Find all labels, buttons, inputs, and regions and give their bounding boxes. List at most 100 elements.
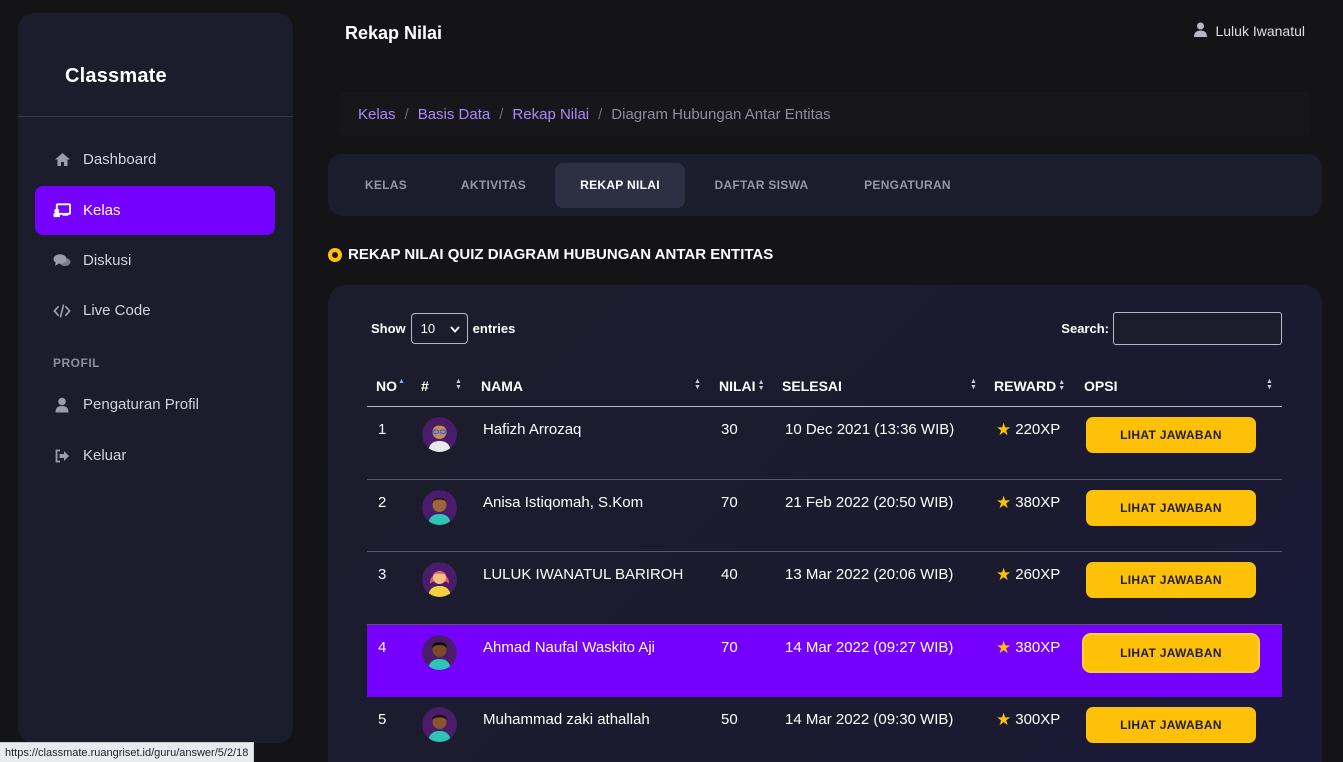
rekap-card: Show 10 entries Search: NO ▲ # ▲▼ NAMA xyxy=(328,285,1322,762)
column-label: SELESAI xyxy=(782,377,842,394)
sort-icon[interactable]: ▲ ▼ xyxy=(970,378,977,391)
column-header-no[interactable]: NO ▲ xyxy=(376,378,405,394)
sidebar-item-label: Live Code xyxy=(83,302,151,319)
entries-control: Show 10 entries xyxy=(371,313,515,344)
column-header-reward[interactable]: REWARD ▲ ▼ xyxy=(994,378,1065,394)
sort-icon[interactable]: ▲ ▼ xyxy=(694,378,701,391)
column-label: REWARD xyxy=(994,377,1057,394)
tab-daftar-siswa[interactable]: DAFTAR SISWA xyxy=(685,163,838,208)
star-icon: ★ xyxy=(996,637,1012,657)
sidebar-item-keluar[interactable]: Keluar xyxy=(35,431,275,480)
breadcrumb-current: Diagram Hubungan Antar Entitas xyxy=(611,105,831,123)
sidebar-item-label: Diskusi xyxy=(83,252,132,269)
table-row-selected: 4 Ahmad Naufal Waskito Aji 70 14 Mar 202… xyxy=(367,624,1282,697)
star-icon: ★ xyxy=(996,710,1012,729)
section-heading: REKAP NILAI QUIZ DIAGRAM HUBUNGAN ANTAR … xyxy=(328,246,773,263)
sort-icon: ▲ ▼ xyxy=(757,378,765,392)
sort-icon[interactable]: ▲ ▼ xyxy=(455,378,462,391)
breadcrumb-link-basis-data[interactable]: Basis Data xyxy=(418,106,491,123)
column-header-nilai[interactable]: NILAI ▲ ▼ xyxy=(719,378,765,394)
breadcrumb-separator: / xyxy=(499,105,504,123)
section-heading-text: REKAP NILAI QUIZ DIAGRAM HUBUNGAN ANTAR … xyxy=(348,246,774,263)
table-row: 1 Hafizh Arrozaq 30 10 Dec 2021 (13:36 W… xyxy=(367,407,1282,480)
bullet-icon xyxy=(328,247,342,262)
sidebar-item-pengaturan-profil[interactable]: Pengaturan Profil xyxy=(35,380,275,429)
reward-value: 380XP xyxy=(1015,638,1061,656)
row-selesai: 14 Mar 2022 (09:30 WIB) xyxy=(785,711,954,728)
app-logo[interactable]: Classmate xyxy=(65,65,167,88)
column-label: # xyxy=(421,377,429,394)
row-nilai: 70 xyxy=(721,638,738,656)
column-header-nama[interactable]: NAMA xyxy=(481,378,523,394)
row-reward: ★ 380XP xyxy=(996,639,1060,656)
status-bar-url: https://classmate.ruangriset.id/guru/ans… xyxy=(0,742,255,762)
page-title: Rekap Nilai xyxy=(345,23,443,43)
row-reward: ★ 380XP xyxy=(996,494,1060,511)
column-header-hash[interactable]: # xyxy=(421,378,429,394)
student-avatar xyxy=(422,417,457,452)
lihat-jawaban-button[interactable]: LIHAT JAWABAN xyxy=(1086,707,1256,743)
sidebar-item-label: Kelas xyxy=(83,202,121,219)
show-label: Show xyxy=(371,321,406,336)
row-no: 2 xyxy=(378,493,387,511)
sidebar-item-dashboard[interactable]: Dashboard xyxy=(35,135,275,184)
reward-value: 260XP xyxy=(1015,566,1061,583)
column-header-opsi[interactable]: OPSI xyxy=(1084,378,1117,394)
sort-icon: ▲ ▼ xyxy=(1058,378,1066,392)
lihat-jawaban-button[interactable]: LIHAT JAWABAN xyxy=(1086,417,1256,453)
lihat-jawaban-button[interactable]: LIHAT JAWABAN xyxy=(1086,489,1256,526)
row-no: 5 xyxy=(378,711,387,728)
lihat-jawaban-button[interactable]: LIHAT JAWABAN xyxy=(1084,634,1258,671)
breadcrumb-separator: / xyxy=(404,105,409,123)
star-icon: ★ xyxy=(996,420,1012,439)
entries-select[interactable]: 10 xyxy=(410,313,468,344)
tab-kelas[interactable]: KELAS xyxy=(340,163,432,208)
table-row: 2 Anisa Istiqomah, S.Kom 70 21 Feb 2022 … xyxy=(367,480,1282,552)
student-avatar xyxy=(422,489,457,525)
comments-icon xyxy=(53,252,71,270)
row-nilai: 70 xyxy=(721,493,738,511)
sidebar: Classmate Dashboard Kelas Diskusi Live C… xyxy=(18,13,293,743)
sidebar-item-live-code[interactable]: Live Code xyxy=(35,286,275,335)
student-avatar xyxy=(422,634,457,670)
breadcrumb: Kelas / Basis Data / Rekap Nilai / Diagr… xyxy=(340,92,1310,136)
search-label: Search: xyxy=(1061,321,1109,336)
row-nama: Hafizh Arrozaq xyxy=(483,421,582,438)
chalkboard-icon xyxy=(53,202,71,220)
tab-rekap-nilai[interactable]: REKAP NILAI xyxy=(555,162,685,208)
star-icon: ★ xyxy=(996,492,1012,512)
column-header-selesai[interactable]: SELESAI xyxy=(782,378,842,394)
table-header: NO ▲ # ▲ ▼ NAMA ▲ ▼ NILAI ▲ ▼ SELESAI ▲ … xyxy=(367,365,1282,407)
tab-bar: KELAS AKTIVITAS REKAP NILAI DAFTAR SISWA… xyxy=(328,154,1322,216)
row-selesai: 10 Dec 2021 (13:36 WIB) xyxy=(785,421,955,438)
row-nama: Muhammad zaki athallah xyxy=(483,711,650,728)
sort-asc-icon: ▲ xyxy=(398,378,405,385)
breadcrumb-link-rekap-nilai[interactable]: Rekap Nilai xyxy=(512,106,589,123)
search-input[interactable] xyxy=(1113,312,1282,345)
home-icon xyxy=(53,151,71,169)
user-menu[interactable]: Luluk Iwanatul xyxy=(1194,22,1305,40)
row-selesai: 14 Mar 2022 (09:27 WIB) xyxy=(785,638,954,656)
search-control: Search: xyxy=(1061,312,1282,345)
entries-value: 10 xyxy=(420,321,436,336)
reward-value: 220XP xyxy=(1015,421,1061,438)
rekap-table: NO ▲ # ▲ ▼ NAMA ▲ ▼ NILAI ▲ ▼ SELESAI ▲ … xyxy=(367,365,1282,762)
code-icon xyxy=(53,302,71,320)
column-label: OPSI xyxy=(1084,377,1118,394)
row-nilai: 50 xyxy=(721,711,738,728)
column-label: NO xyxy=(376,377,397,394)
tab-aktivitas[interactable]: AKTIVITAS xyxy=(432,163,555,208)
user-icon xyxy=(1194,22,1208,40)
sidebar-item-kelas[interactable]: Kelas xyxy=(35,186,275,235)
sort-icon[interactable]: ▲ ▼ xyxy=(1266,378,1273,391)
breadcrumb-link-kelas[interactable]: Kelas xyxy=(358,106,396,123)
sidebar-item-label: Pengaturan Profil xyxy=(83,396,199,413)
reward-value: 380XP xyxy=(1015,493,1061,511)
entries-label: entries xyxy=(472,321,516,336)
row-no: 3 xyxy=(378,566,387,583)
tab-pengaturan[interactable]: PENGATURAN xyxy=(838,163,977,208)
lihat-jawaban-button[interactable]: LIHAT JAWABAN xyxy=(1086,562,1256,598)
sign-out-icon xyxy=(53,447,71,465)
column-label: NILAI xyxy=(719,377,756,394)
sidebar-item-diskusi[interactable]: Diskusi xyxy=(35,236,275,285)
